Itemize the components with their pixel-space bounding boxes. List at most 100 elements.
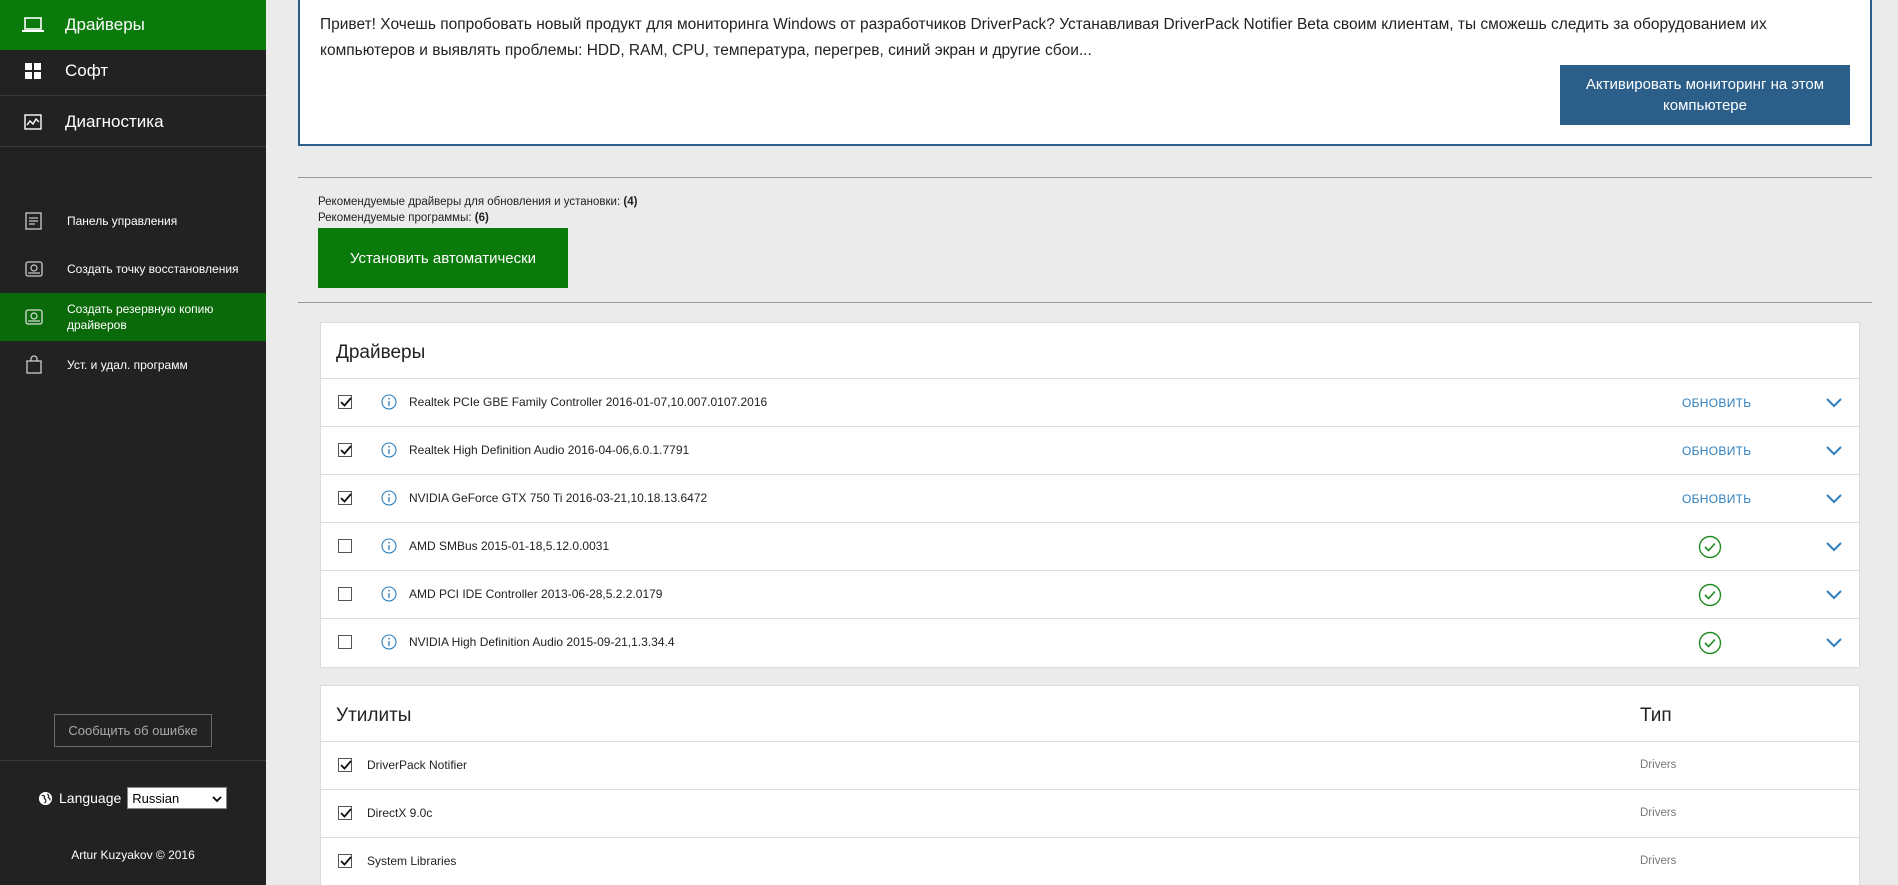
update-link[interactable]: ОБНОВИТЬ <box>1682 444 1751 458</box>
driver-checkbox[interactable] <box>338 491 352 505</box>
language-row: Language Russian <box>38 786 228 810</box>
info-icon[interactable] <box>381 490 397 506</box>
driver-row: AMD SMBus 2015-01-18,5.12.0.0031 <box>321 523 1859 571</box>
driver-checkbox[interactable] <box>338 539 352 553</box>
drivers-card: Драйверы Realtek PCIe GBE Family Control… <box>320 322 1860 668</box>
tool-item-programs[interactable]: Уст. и удал. программ <box>0 341 266 389</box>
check-circle-icon <box>1698 535 1722 559</box>
utility-list: DriverPack Notifier Drivers DirectX 9.0c Dr… <box>321 742 1859 885</box>
report-error-button[interactable]: Сообщить об ошибке <box>54 714 212 747</box>
chevron-down-icon[interactable] <box>1826 396 1842 408</box>
driver-name: NVIDIA High Definition Audio 2015-09-21,… <box>409 635 675 649</box>
control-panel-icon <box>24 211 44 231</box>
nav-item-soft[interactable]: Софт <box>0 46 266 96</box>
driver-row: NVIDIA GeForce GTX 750 Ti 2016-03-21,10.… <box>321 475 1859 523</box>
chevron-down-icon[interactable] <box>1826 540 1842 552</box>
tool-item-backup-drivers[interactable]: Создать резервную копию драйверов <box>0 293 266 341</box>
utilities-card-header: Утилиты Тип <box>321 686 1859 742</box>
summary-drivers-label: Рекомендуемые драйверы для обновления и … <box>318 196 621 208</box>
drivers-card-header: Драйверы <box>321 323 1859 379</box>
info-icon[interactable] <box>381 586 397 602</box>
check-circle-icon <box>1698 583 1722 607</box>
tool-item-restore-point[interactable]: Создать точку восстановления <box>0 245 266 293</box>
nav-item-diagnostics[interactable]: Диагностика <box>0 97 266 147</box>
chevron-down-icon[interactable] <box>1826 492 1842 504</box>
summary-programs-count: (6) <box>474 212 489 224</box>
utility-type: Drivers <box>1640 807 1677 819</box>
drivers-title: Драйверы <box>336 342 426 363</box>
recommendation-summary: Рекомендуемые драйверы для обновления и … <box>318 194 637 226</box>
update-link[interactable]: ОБНОВИТЬ <box>1682 492 1751 506</box>
grid-icon <box>22 62 44 80</box>
utility-row: DriverPack Notifier Drivers <box>321 742 1859 790</box>
notice-text: Привет! Хочешь попробовать новый продукт… <box>320 16 1767 59</box>
utility-type: Drivers <box>1640 855 1677 867</box>
chevron-down-icon <box>212 791 222 806</box>
driver-name: AMD SMBus 2015-01-18,5.12.0.0031 <box>409 539 610 553</box>
nav-label: Драйверы <box>65 15 145 34</box>
type-column-header: Тип <box>1640 705 1672 726</box>
driver-checkbox[interactable] <box>338 587 352 601</box>
tool-label: Панель управления <box>67 214 178 228</box>
nav-label: Диагностика <box>65 111 164 131</box>
sidebar: Драйверы Софт Диагностика Панель управле… <box>0 0 266 885</box>
driver-row: AMD PCI IDE Controller 2013-06-28,5.2.2.… <box>321 571 1859 619</box>
globe-icon <box>38 791 53 806</box>
info-icon[interactable] <box>381 538 397 554</box>
driver-row: NVIDIA High Definition Audio 2015-09-21,… <box>321 619 1859 667</box>
check-circle-icon <box>1698 631 1722 655</box>
install-automatically-button[interactable]: Установить автоматически <box>318 228 568 288</box>
tool-label: Создать резервную копию драйверов <box>67 302 214 332</box>
utility-checkbox[interactable] <box>338 758 352 772</box>
summary-programs-label: Рекомендуемые программы: <box>318 212 472 224</box>
utilities-card: Утилиты Тип DriverPack Notifier Drivers Di… <box>320 685 1860 885</box>
driver-checkbox[interactable] <box>338 635 352 649</box>
activate-monitoring-button[interactable]: Активировать мониторинг на этом компьюте… <box>1560 65 1850 125</box>
utility-checkbox[interactable] <box>338 854 352 868</box>
driver-name: Realtek High Definition Audio 2016-04-06… <box>409 443 690 457</box>
tool-label: Создать точку восстановления <box>67 262 239 276</box>
summary-programs-line: Рекомендуемые программы: (6) <box>318 210 637 226</box>
restore-point-icon <box>24 259 44 279</box>
summary-drivers-line: Рекомендуемые драйверы для обновления и … <box>318 194 637 210</box>
nav-label: Софт <box>65 60 109 80</box>
divider <box>298 177 1872 178</box>
backup-drive-icon <box>24 307 44 327</box>
utility-row: System Libraries Drivers <box>321 838 1859 885</box>
copyright-text: Artur Kuzyakov © 2016 <box>71 848 195 862</box>
utility-type: Drivers <box>1640 759 1677 771</box>
chevron-down-icon[interactable] <box>1826 444 1842 456</box>
tool-item-control-panel[interactable]: Панель управления <box>0 197 266 245</box>
summary-drivers-count: (4) <box>623 196 638 208</box>
utility-row: DirectX 9.0c Drivers <box>321 790 1859 838</box>
driver-list: Realtek PCIe GBE Family Controller 2016-… <box>321 379 1859 667</box>
sidebar-divider <box>0 760 266 761</box>
utility-checkbox[interactable] <box>338 806 352 820</box>
driver-checkbox[interactable] <box>338 395 352 409</box>
driver-name: AMD PCI IDE Controller 2013-06-28,5.2.2.… <box>409 587 663 601</box>
chevron-down-icon[interactable] <box>1826 636 1842 648</box>
update-link[interactable]: ОБНОВИТЬ <box>1682 396 1751 410</box>
pulse-chart-icon <box>22 113 44 131</box>
driver-checkbox[interactable] <box>338 443 352 457</box>
info-icon[interactable] <box>381 442 397 458</box>
laptop-icon <box>22 16 44 34</box>
info-icon[interactable] <box>381 634 397 650</box>
language-label: Language <box>59 790 122 806</box>
tool-label: Уст. и удал. программ <box>67 358 188 372</box>
utility-name: DirectX 9.0c <box>367 806 433 820</box>
nav-item-drivers[interactable]: Драйверы <box>0 0 266 50</box>
utility-name: DriverPack Notifier <box>367 758 468 772</box>
driver-row: Realtek High Definition Audio 2016-04-06… <box>321 427 1859 475</box>
info-icon[interactable] <box>381 394 397 410</box>
language-select-value: Russian <box>132 790 180 806</box>
chevron-down-icon[interactable] <box>1826 588 1842 600</box>
monitoring-notice: Привет! Хочешь попробовать новый продукт… <box>298 0 1872 146</box>
language-select[interactable]: Russian <box>127 787 228 809</box>
driver-row: Realtek PCIe GBE Family Controller 2016-… <box>321 379 1859 427</box>
divider <box>298 302 1872 303</box>
driver-name: NVIDIA GeForce GTX 750 Ti 2016-03-21,10.… <box>409 491 708 505</box>
driver-name: Realtek PCIe GBE Family Controller 2016-… <box>409 395 768 409</box>
utilities-title: Утилиты <box>336 705 412 726</box>
utility-name: System Libraries <box>367 854 457 868</box>
